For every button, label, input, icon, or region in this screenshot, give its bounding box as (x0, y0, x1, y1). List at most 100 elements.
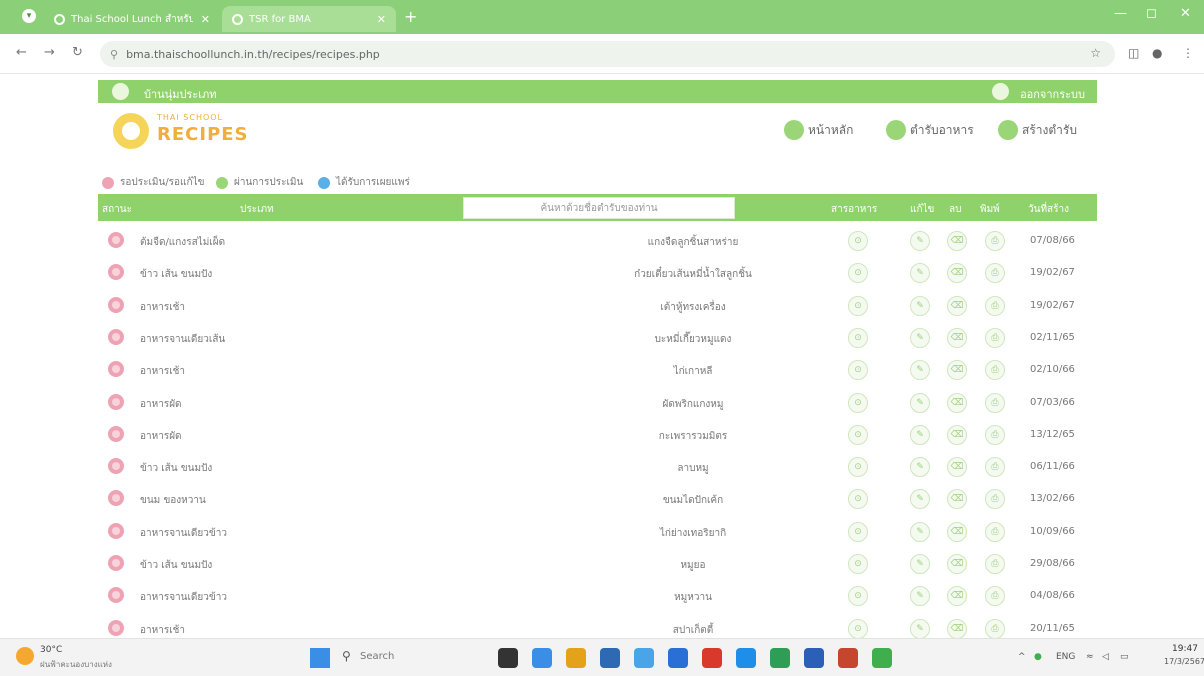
profile-avatar-icon[interactable]: ● (1152, 46, 1162, 60)
language-indicator[interactable]: ENG (1056, 652, 1075, 662)
delete-icon[interactable]: ⌫ (947, 618, 967, 639)
print-icon[interactable]: ⎙ (985, 295, 1005, 316)
taskbar-app-icon[interactable] (838, 648, 858, 668)
close-tab-icon[interactable]: ✕ (377, 13, 386, 26)
recipe-name[interactable]: ผัดพริกแกงหมู (518, 397, 868, 412)
weather-icon[interactable] (16, 647, 34, 665)
recipe-name[interactable]: ลาบหมู (518, 461, 868, 476)
taskbar-app-icon[interactable] (634, 648, 654, 668)
print-icon[interactable]: ⎙ (985, 327, 1005, 348)
taskbar-app-icon[interactable] (668, 648, 688, 668)
print-icon[interactable]: ⎙ (985, 392, 1005, 413)
close-window-button[interactable]: ✕ (1180, 6, 1191, 21)
nutrition-icon[interactable]: ⊙ (848, 327, 868, 348)
edit-icon[interactable]: ✎ (910, 554, 930, 574)
tab-search-menu-icon[interactable]: ▾ (22, 9, 36, 23)
print-icon[interactable]: ⎙ (985, 360, 1005, 381)
print-icon[interactable]: ⎙ (985, 586, 1005, 607)
edit-icon[interactable]: ✎ (910, 360, 930, 381)
taskbar-search-label[interactable]: Search (360, 651, 394, 662)
delete-icon[interactable]: ⌫ (947, 586, 967, 607)
clock-time[interactable]: 19:47 (1172, 644, 1198, 654)
recipe-name[interactable]: กะเพรารวมมิตร (518, 429, 868, 444)
minimize-window-button[interactable]: — (1114, 6, 1127, 21)
taskbar-app-icon[interactable] (872, 648, 892, 668)
nav-create-recipe[interactable]: สร้างตำรับ (998, 120, 1077, 140)
bookmark-star-icon[interactable]: ☆ (1090, 46, 1101, 60)
recipe-search-input[interactable] (463, 197, 735, 219)
battery-icon[interactable]: ▭ (1120, 652, 1129, 662)
wifi-icon[interactable]: ≈ (1086, 652, 1094, 662)
edit-icon[interactable]: ✎ (910, 618, 930, 639)
delete-icon[interactable]: ⌫ (947, 521, 967, 542)
logout-link[interactable]: ออกจากระบบ (1020, 85, 1085, 103)
edit-icon[interactable]: ✎ (910, 327, 930, 348)
sidebar-icon[interactable]: ◫ (1128, 46, 1139, 60)
print-icon[interactable]: ⎙ (985, 618, 1005, 639)
taskbar-app-icon[interactable] (736, 648, 756, 668)
recipe-name[interactable]: ไก่ย่างเทอริยากิ (518, 526, 868, 541)
nutrition-icon[interactable]: ⊙ (848, 457, 868, 478)
edit-icon[interactable]: ✎ (910, 521, 930, 542)
recipe-name[interactable]: สปาเก็ตตี้ (518, 623, 868, 638)
edit-icon[interactable]: ✎ (910, 295, 930, 316)
volume-icon[interactable]: ◁ (1102, 652, 1109, 662)
windows-start-icon[interactable] (310, 648, 330, 668)
taskbar-app-icon[interactable] (770, 648, 790, 668)
nutrition-icon[interactable]: ⊙ (848, 424, 868, 445)
nutrition-icon[interactable]: ⊙ (848, 392, 868, 413)
delete-icon[interactable]: ⌫ (947, 489, 967, 510)
reload-icon[interactable]: ↻ (72, 45, 83, 60)
home-link[interactable]: บ้านนุ่มประเภท (144, 85, 217, 103)
edit-icon[interactable]: ✎ (910, 457, 930, 478)
delete-icon[interactable]: ⌫ (947, 554, 967, 574)
home-icon[interactable] (112, 83, 129, 100)
delete-icon[interactable]: ⌫ (947, 392, 967, 413)
browser-tab-thai-school-lunch[interactable]: Thai School Lunch สำหรับ สำนั ✕ (44, 6, 220, 32)
nav-recipes[interactable]: ตำรับอาหาร (886, 120, 974, 140)
print-icon[interactable]: ⎙ (985, 457, 1005, 478)
recipe-name[interactable]: บะหมี่เกี๊ยวหมูแดง (518, 332, 868, 347)
close-tab-icon[interactable]: ✕ (201, 13, 210, 26)
address-bar[interactable]: ⚲ bma.thaischoollunch.in.th/recipes/reci… (100, 41, 1115, 67)
nutrition-icon[interactable]: ⊙ (848, 521, 868, 542)
print-icon[interactable]: ⎙ (985, 521, 1005, 542)
recipe-name[interactable]: หมูยอ (518, 558, 868, 573)
taskbar-app-icon[interactable] (532, 648, 552, 668)
back-icon[interactable]: ← (16, 45, 27, 60)
clock-date[interactable]: 17/3/2567 (1164, 657, 1204, 666)
edit-icon[interactable]: ✎ (910, 392, 930, 413)
new-tab-button[interactable]: + (404, 7, 417, 26)
recipe-name[interactable]: หมูหวาน (518, 590, 868, 605)
taskbar-app-icon[interactable] (702, 648, 722, 668)
print-icon[interactable]: ⎙ (985, 231, 1005, 251)
recipe-name[interactable]: ก๋วยเตี๋ยวเส้นหมี่น้ำใสลูกชิ้น (518, 267, 868, 282)
site-logo-icon[interactable] (113, 113, 149, 149)
nutrition-icon[interactable]: ⊙ (848, 618, 868, 639)
nutrition-icon[interactable]: ⊙ (848, 231, 868, 251)
logout-icon[interactable] (992, 83, 1009, 100)
site-settings-icon[interactable]: ⚲ (110, 48, 118, 61)
forward-icon[interactable]: → (44, 45, 55, 60)
taskbar-app-icon[interactable] (498, 648, 518, 668)
maximize-window-button[interactable]: ◻ (1146, 6, 1157, 21)
print-icon[interactable]: ⎙ (985, 489, 1005, 510)
print-icon[interactable]: ⎙ (985, 554, 1005, 574)
edit-icon[interactable]: ✎ (910, 489, 930, 510)
edit-icon[interactable]: ✎ (910, 586, 930, 607)
delete-icon[interactable]: ⌫ (947, 295, 967, 316)
taskbar-search-icon[interactable]: ⚲ (342, 649, 351, 663)
delete-icon[interactable]: ⌫ (947, 231, 967, 251)
browser-tab-tsr-for-bma[interactable]: TSR for BMA ✕ (222, 6, 396, 32)
line-tray-icon[interactable]: ● (1034, 652, 1042, 662)
taskbar-app-icon[interactable] (566, 648, 586, 668)
nutrition-icon[interactable]: ⊙ (848, 554, 868, 574)
show-hidden-icons-icon[interactable]: ^ (1018, 652, 1026, 662)
recipe-name[interactable]: ขนมไดปักเค้ก (518, 493, 868, 508)
taskbar-app-icon[interactable] (804, 648, 824, 668)
delete-icon[interactable]: ⌫ (947, 327, 967, 348)
nutrition-icon[interactable]: ⊙ (848, 295, 868, 316)
print-icon[interactable]: ⎙ (985, 424, 1005, 445)
delete-icon[interactable]: ⌫ (947, 263, 967, 284)
recipe-name[interactable]: เต้าหู้ทรงเครื่อง (518, 300, 868, 315)
